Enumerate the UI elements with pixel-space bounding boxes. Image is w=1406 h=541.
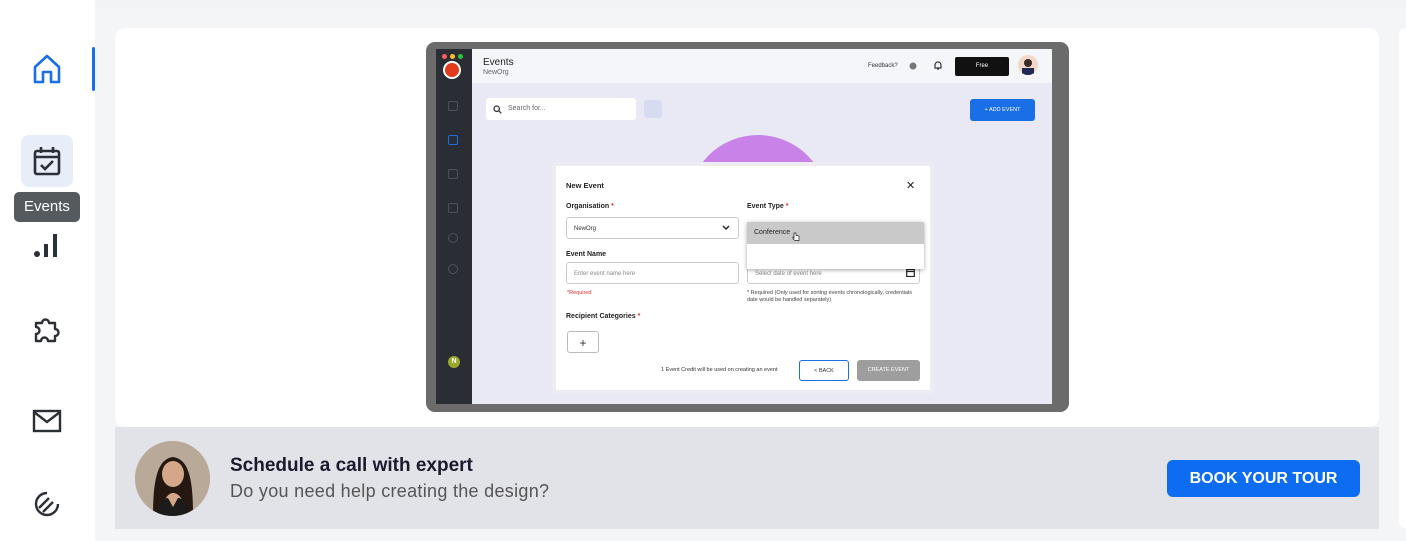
organisation-label: Organisation * bbox=[566, 203, 614, 210]
nav-events[interactable] bbox=[21, 135, 73, 187]
calendar-check-icon bbox=[33, 147, 61, 176]
preview-feedback-link: Feedback? bbox=[868, 63, 898, 69]
nav-home[interactable] bbox=[21, 43, 73, 95]
nav-analytics[interactable] bbox=[21, 219, 73, 271]
banner-subtitle: Do you need help creating the design? bbox=[230, 481, 550, 501]
mini-gear-icon bbox=[909, 62, 917, 70]
bar-chart-icon bbox=[34, 234, 57, 257]
preview-plan-button: Free bbox=[955, 57, 1009, 76]
mini-org-avatar: N bbox=[448, 356, 460, 368]
mail-icon bbox=[32, 409, 62, 433]
mini-home-icon bbox=[448, 101, 458, 111]
preview-user-avatar bbox=[1018, 55, 1038, 75]
right-panel-edge bbox=[1399, 28, 1406, 528]
support-icon bbox=[34, 491, 60, 517]
add-category-button: + bbox=[567, 331, 599, 353]
expert-avatar bbox=[135, 441, 210, 516]
book-tour-button[interactable]: BOOK YOUR TOUR bbox=[1167, 460, 1360, 497]
mini-puzzle-icon bbox=[448, 169, 458, 179]
preview-add-event-button: + ADD EVENT bbox=[970, 99, 1035, 121]
organisation-select: NewOrg bbox=[566, 217, 739, 239]
required-hint: *Required bbox=[567, 290, 592, 296]
event-type-dropdown: Conference bbox=[747, 222, 924, 269]
mini-bell-icon bbox=[934, 61, 942, 70]
preview-page-subtitle: NewOrg bbox=[483, 69, 509, 76]
event-name-input: Enter event name here bbox=[566, 262, 739, 284]
mini-settings-icon bbox=[448, 233, 458, 243]
nav-support[interactable] bbox=[21, 478, 73, 530]
preview-topbar: Events NewOrg Feedback? Free bbox=[472, 49, 1052, 83]
preview-search-input: Search for... bbox=[486, 98, 636, 120]
preview-screenshot: N Events NewOrg Feedback? Free Search fo… bbox=[436, 49, 1052, 404]
event-name-label: Event Name bbox=[566, 251, 607, 258]
expert-call-banner: Schedule a call with expert Do you need … bbox=[115, 427, 1379, 529]
window-controls bbox=[442, 54, 463, 59]
sidebar: Events bbox=[0, 0, 95, 541]
modal-title: New Event bbox=[566, 181, 604, 190]
preview-frame: N Events NewOrg Feedback? Free Search fo… bbox=[426, 42, 1069, 412]
preview-card: N Events NewOrg Feedback? Free Search fo… bbox=[115, 28, 1379, 427]
mini-support-icon bbox=[448, 264, 458, 274]
mini-mail-icon bbox=[448, 203, 458, 213]
mini-calendar-picker-icon bbox=[906, 268, 915, 277]
events-tooltip: Events bbox=[14, 192, 80, 222]
banner-title: Schedule a call with expert bbox=[230, 455, 473, 476]
recipient-categories-label: Recipient Categories * bbox=[566, 313, 641, 320]
close-icon: ✕ bbox=[906, 180, 916, 192]
preview-sidebar: N bbox=[436, 49, 472, 404]
preview-filter-button bbox=[644, 100, 662, 118]
cursor-hand-icon bbox=[792, 232, 800, 241]
chevron-down-icon bbox=[722, 225, 730, 230]
preview-page-title: Events bbox=[483, 57, 514, 68]
new-event-modal: New Event ✕ Organisation * NewOrg Event … bbox=[552, 162, 934, 394]
main-content: N Events NewOrg Feedback? Free Search fo… bbox=[95, 8, 1406, 541]
create-event-button: CREATE EVENT bbox=[857, 360, 920, 381]
puzzle-icon bbox=[34, 318, 60, 343]
event-type-label: Event Type * bbox=[747, 203, 789, 210]
mini-calendar-icon bbox=[448, 135, 458, 145]
date-note: * Required (Only used for sorting events… bbox=[747, 290, 912, 303]
nav-integrations[interactable] bbox=[21, 303, 73, 355]
back-button: < BACK bbox=[799, 360, 849, 381]
credit-note: 1 Event Credit will be used on creating … bbox=[661, 367, 778, 373]
home-icon bbox=[33, 54, 61, 84]
app-logo bbox=[443, 61, 461, 79]
dropdown-option-conference: Conference bbox=[747, 222, 924, 244]
mini-search-icon bbox=[493, 105, 502, 114]
nav-mail[interactable] bbox=[21, 395, 73, 447]
